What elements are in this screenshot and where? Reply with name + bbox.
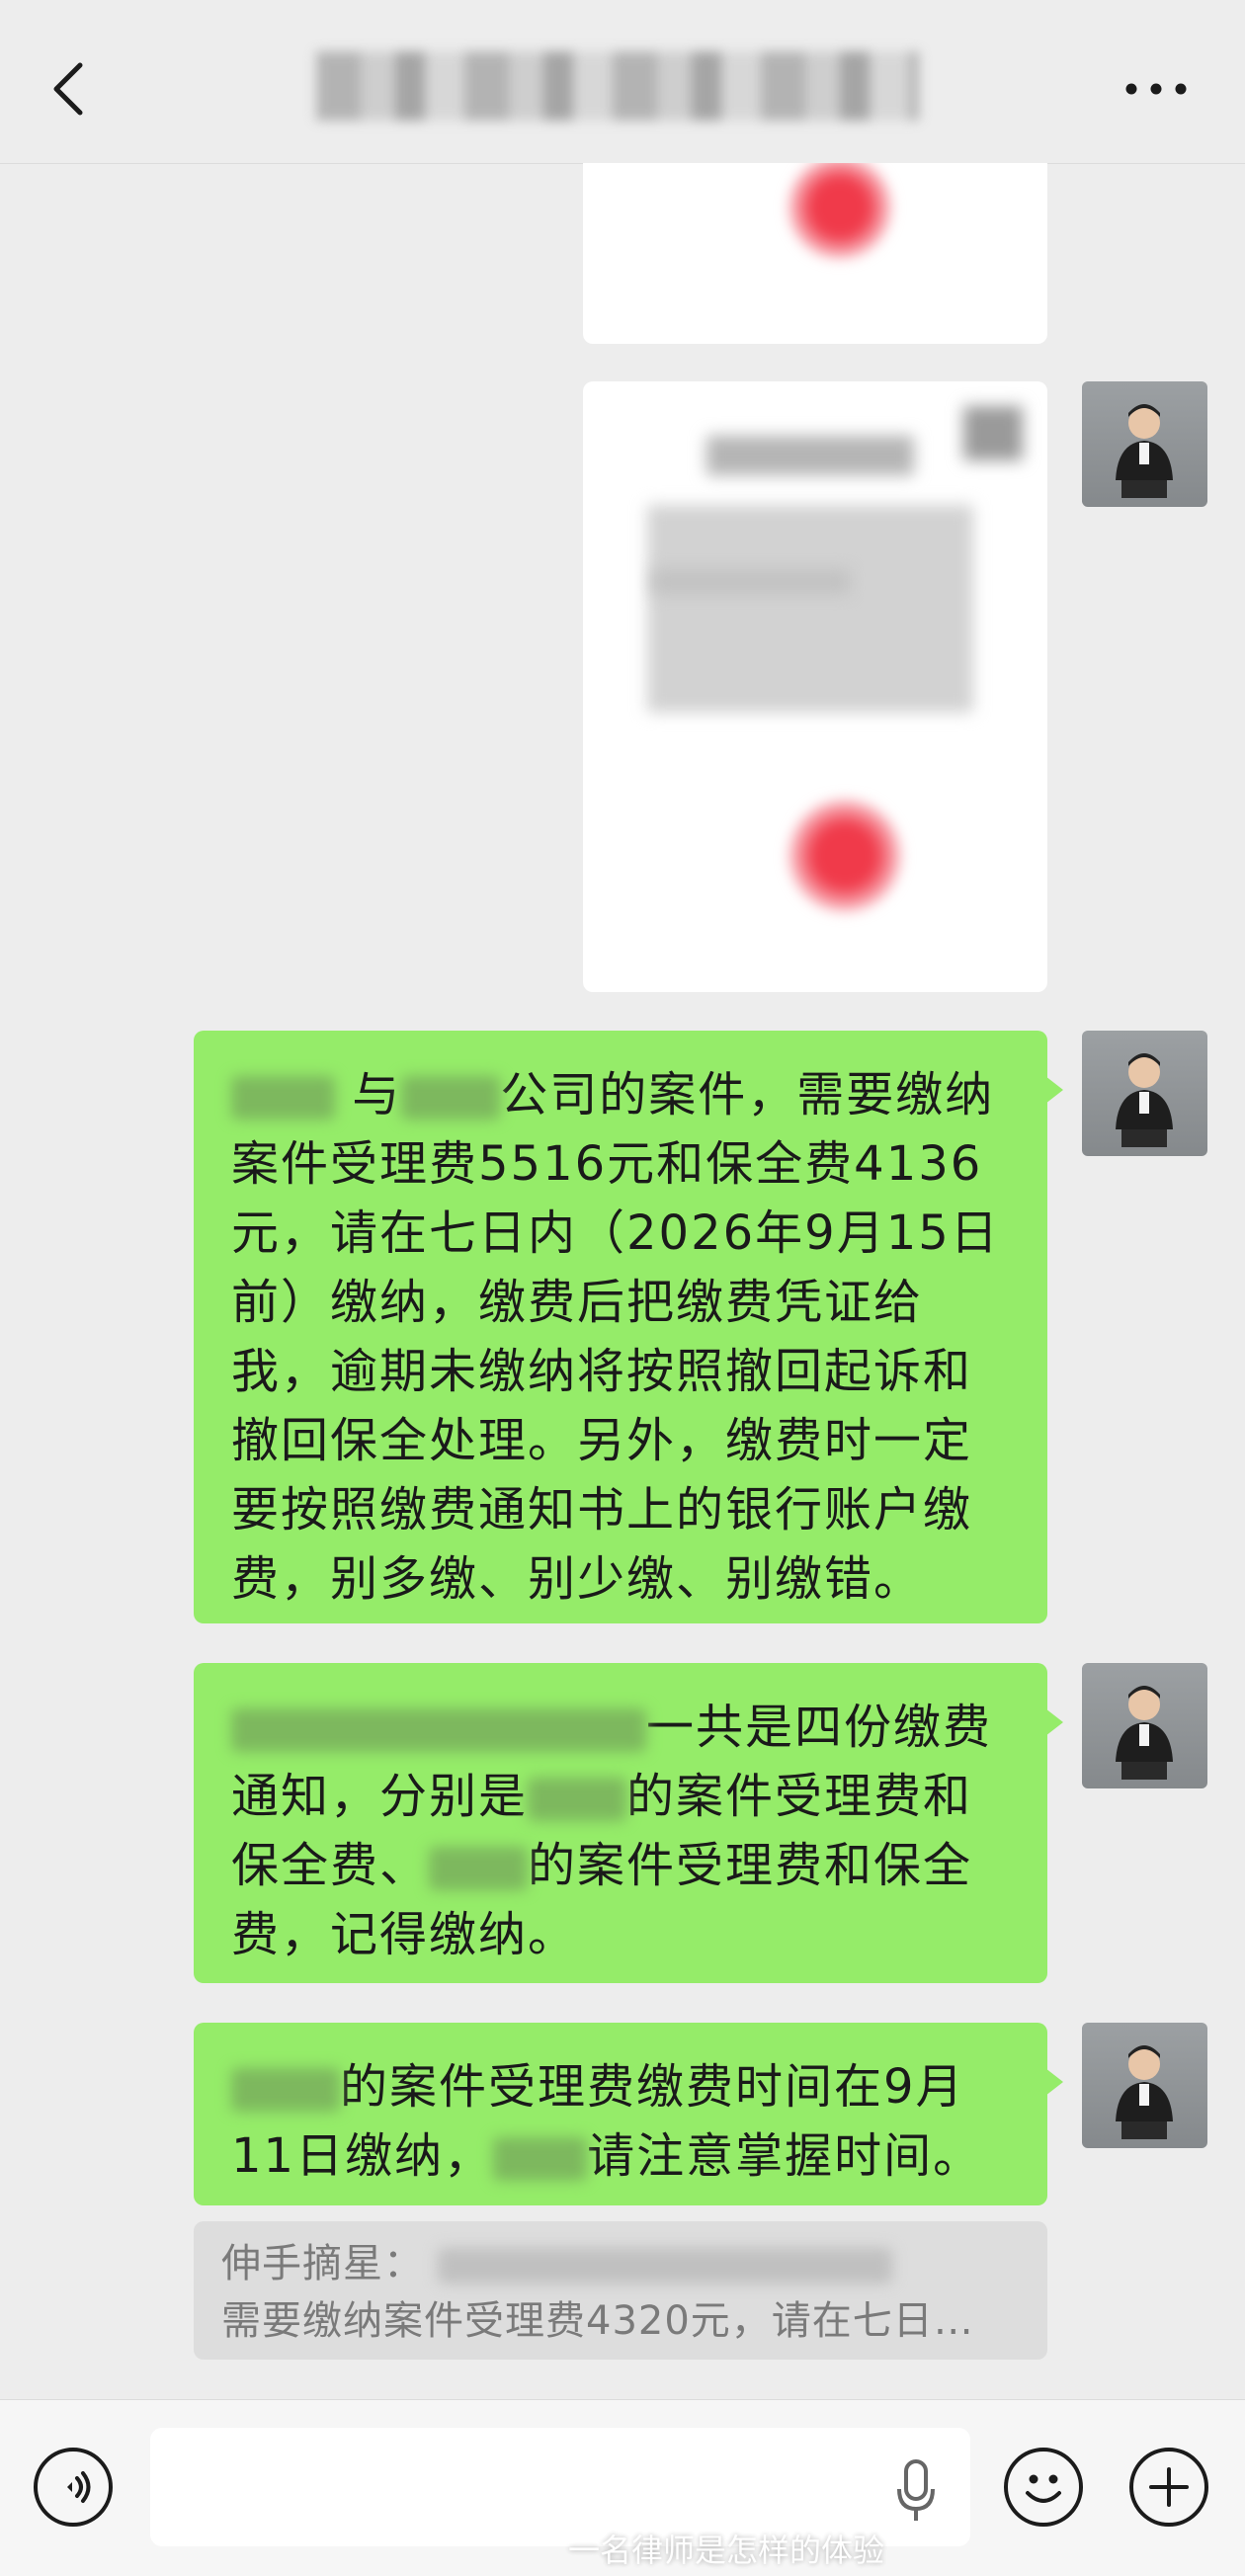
quote-sender: 伸手摘星： [221, 2241, 424, 2286]
redacted-text [231, 1708, 646, 1752]
avatar[interactable] [1082, 1031, 1207, 1156]
quote-line-2: 需要缴纳案件受理费4320元，请在七日… [221, 2298, 974, 2344]
blurred-document [963, 406, 1023, 460]
seal-image [786, 796, 904, 915]
avatar[interactable] [1082, 1663, 1207, 1788]
chat-title-redacted [316, 51, 919, 121]
redacted-text [429, 1847, 529, 1890]
redacted-text [437, 2248, 892, 2284]
redacted-text [528, 1778, 627, 1821]
redacted-text [493, 2137, 588, 2181]
message-text: 与 [352, 1067, 402, 1122]
image-message-2[interactable] [583, 381, 1047, 992]
voice-icon[interactable] [34, 2448, 113, 2527]
image-message-1[interactable] [583, 163, 1047, 344]
emoji-icon[interactable] [1004, 2448, 1083, 2527]
more-icon[interactable] [1121, 74, 1191, 104]
quoted-message[interactable]: 伸手摘星： 需要缴纳案件受理费4320元，请在七日… [194, 2221, 1047, 2360]
seal-image [786, 163, 894, 262]
text-message-2[interactable]: 一共是四份缴费通知，分别是 的案件受理费和保全费、 的案件受理费和保全费，记得缴纳。 [194, 1663, 1063, 1983]
watermark: 一名律师是怎样的体验 [568, 2532, 885, 2569]
redacted-text [231, 2068, 340, 2112]
blurred-document [706, 436, 914, 475]
quote-line-1: 伸手摘星： [221, 2235, 1020, 2292]
avatar[interactable] [1082, 2023, 1207, 2148]
mic-icon[interactable] [891, 2457, 941, 2527]
back-icon[interactable] [44, 59, 94, 119]
text-message-3[interactable]: 的案件受理费缴费时间在9月11日缴纳， 请注意掌握时间。 [194, 2023, 1063, 2205]
plus-icon[interactable] [1129, 2448, 1208, 2527]
text-message-1[interactable]: 与公司的案件，需要缴纳案件受理费5516元和保全费4136元，请在七日内（202… [194, 1031, 1063, 1623]
blurred-document [652, 569, 850, 594]
message-text: 公司的案件，需要缴纳案件受理费5516元和保全费4136元，请在七日内（2026… [231, 1067, 1000, 1607]
blurred-document [647, 505, 973, 712]
message-text: 请注意掌握时间。 [587, 2128, 983, 2184]
avatar[interactable] [1082, 381, 1207, 507]
chat-header [0, 0, 1245, 164]
redacted-text [401, 1076, 501, 1120]
redacted-text [231, 1076, 335, 1120]
